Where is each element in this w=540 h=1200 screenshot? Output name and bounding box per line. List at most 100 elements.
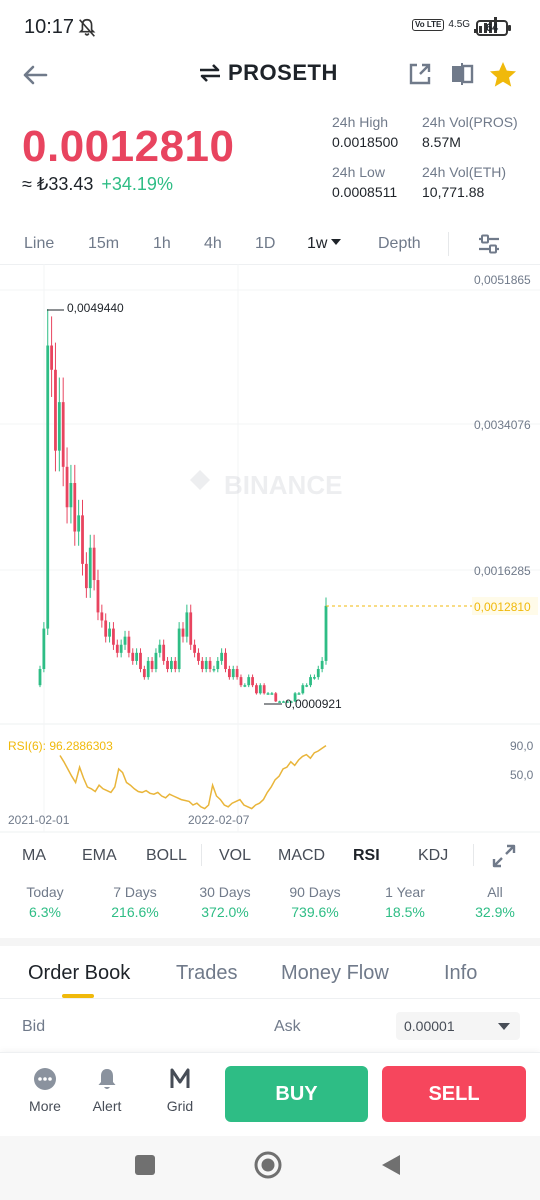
candle-body — [197, 652, 200, 661]
candle-body — [212, 669, 216, 671]
fullscreen-icon[interactable] — [490, 842, 518, 870]
system-back-icon[interactable] — [378, 1152, 404, 1178]
candle-body — [316, 669, 320, 678]
sell-button[interactable]: SELL — [382, 1066, 526, 1122]
back-arrow-icon[interactable] — [20, 60, 50, 90]
candle-body — [177, 628, 181, 670]
candle-body — [324, 605, 328, 661]
candle-body — [270, 693, 274, 695]
candle-body — [108, 628, 111, 637]
binance-watermark: BINANCE — [190, 470, 342, 500]
indicator-vol[interactable]: VOL — [219, 847, 251, 865]
candle-body — [65, 466, 69, 508]
grid-button[interactable]: Grid — [150, 1066, 210, 1114]
candle-body — [127, 636, 131, 653]
x-date-label: 2021-02-01 — [8, 813, 70, 827]
candle-body — [166, 660, 169, 670]
indicator-ema[interactable]: EMA — [82, 847, 117, 865]
candle-body — [173, 660, 177, 670]
perf-1y: 1 Year 18.5% — [367, 884, 443, 920]
more-dots-icon — [34, 1068, 56, 1090]
interval-line[interactable]: Line — [24, 235, 54, 253]
indicator-tabs: MA EMA BOLL VOL MACD RSI KDJ — [0, 836, 540, 876]
candle-body — [320, 660, 324, 670]
pair-title[interactable]: PROSETH — [198, 60, 338, 86]
compare-icon[interactable] — [448, 60, 476, 88]
candle-body — [123, 636, 127, 645]
candle-body — [81, 515, 84, 564]
interval-tabs: Line 15m 1h 4h 1D 1w Depth — [0, 226, 540, 262]
market-tabs: Order Book Trades Money Flow Info — [0, 956, 540, 998]
candle-body — [38, 669, 42, 686]
candle-body — [204, 660, 208, 670]
perf-label: All — [487, 884, 503, 900]
stat-value-high: 0.0018500 — [332, 134, 399, 150]
price-subline: ≈ ₺33.43 +34.19% — [22, 174, 173, 195]
last-price: 0.0012810 — [22, 122, 235, 171]
chart-settings-icon[interactable] — [476, 232, 502, 256]
indicator-kdj[interactable]: KDJ — [418, 847, 448, 865]
candle-body — [158, 644, 162, 653]
perf-label: 1 Year — [385, 884, 425, 900]
candle-body — [220, 652, 224, 661]
x-date-label: 2022-02-07 — [188, 813, 250, 827]
indicator-ma[interactable]: MA — [22, 847, 46, 865]
tab-trades[interactable]: Trades — [176, 962, 238, 985]
price-chart[interactable]: BINANCE 0,0012810 0,0051865 0,0034076 0,… — [0, 264, 540, 834]
battery-icon: 64 — [476, 20, 511, 36]
candle-body — [150, 660, 154, 670]
interval-15m[interactable]: 15m — [88, 235, 119, 253]
perf-label: 30 Days — [199, 884, 251, 900]
candle-body — [139, 652, 142, 670]
recents-icon[interactable] — [132, 1152, 158, 1178]
candles-group — [38, 309, 328, 703]
interval-1d[interactable]: 1D — [255, 235, 275, 253]
tab-money-flow[interactable]: Money Flow — [281, 962, 389, 985]
perf-label: 90 Days — [289, 884, 341, 900]
indicator-boll[interactable]: BOLL — [146, 847, 187, 865]
low-label: 0,0000921 — [285, 697, 342, 711]
indicator-rsi[interactable]: RSI — [353, 847, 380, 865]
candle-body — [278, 701, 282, 703]
perf-value: 372.0% — [201, 904, 249, 920]
indicator-macd[interactable]: MACD — [278, 847, 325, 865]
favorite-star-icon[interactable] — [488, 60, 518, 90]
candle-body — [266, 693, 270, 695]
candle-body — [154, 652, 158, 670]
indicator-divider — [473, 844, 474, 866]
more-button[interactable]: More — [15, 1066, 75, 1114]
interval-depth[interactable]: Depth — [378, 235, 421, 253]
precision-select[interactable]: 0.00001 — [396, 1012, 520, 1040]
candle-body — [77, 515, 81, 532]
network-type: 4.5G — [448, 19, 471, 30]
candle-body — [301, 685, 305, 694]
perf-30d: 30 Days 372.0% — [187, 884, 263, 920]
alert-button[interactable]: Alert — [77, 1066, 137, 1114]
candle-body — [208, 660, 212, 670]
perf-label: Today — [26, 884, 64, 900]
tab-order-book[interactable]: Order Book — [28, 962, 130, 985]
interval-1w[interactable]: 1w — [307, 235, 342, 253]
candle-body — [135, 652, 139, 661]
candle-body — [227, 669, 231, 678]
price-change: +34.19% — [101, 174, 173, 194]
more-label: More — [29, 1098, 61, 1114]
watermark-text: BINANCE — [224, 470, 342, 500]
rsi-label: RSI(6): 96.2886303 — [8, 739, 113, 753]
perf-today: Today 6.3% — [7, 884, 83, 920]
candle-body — [100, 612, 104, 621]
share-icon[interactable] — [406, 60, 434, 88]
perf-value: 6.3% — [29, 904, 61, 920]
candle-body — [189, 612, 193, 645]
interval-1h[interactable]: 1h — [153, 235, 171, 253]
rsi-line — [59, 744, 327, 810]
home-icon[interactable] — [253, 1150, 283, 1180]
candle-body — [200, 660, 204, 670]
candle-body — [69, 483, 73, 508]
interval-divider — [448, 232, 449, 256]
buy-button[interactable]: BUY — [225, 1066, 368, 1122]
candle-body — [185, 612, 189, 637]
tab-info[interactable]: Info — [444, 962, 477, 985]
interval-4h[interactable]: 4h — [204, 235, 222, 253]
candle-body — [258, 685, 262, 694]
